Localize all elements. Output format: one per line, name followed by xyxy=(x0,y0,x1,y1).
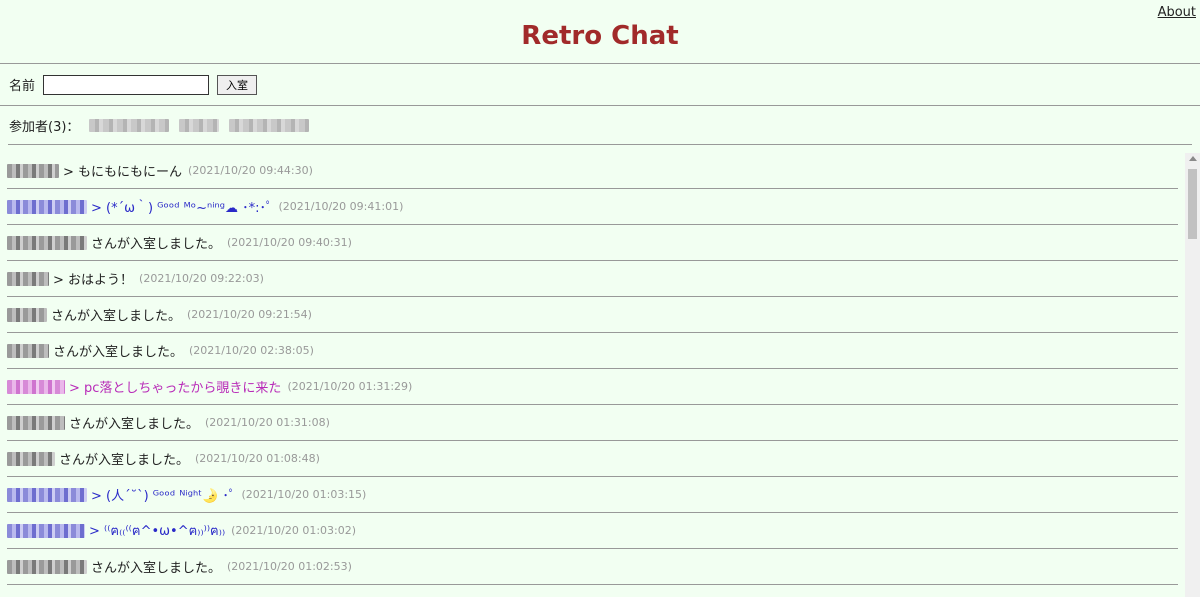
message-row: さんが入室しました。 (2021/10/20 01:02:53) xyxy=(7,549,1178,585)
message-row: さんが入室しました。 (2021/10/20 01:31:08) xyxy=(7,405,1178,441)
page-header: Retro Chat xyxy=(0,0,1200,64)
message-author xyxy=(7,307,47,322)
name-label: 名前 xyxy=(9,79,36,94)
message-row: さんが入室しました。 (2021/10/20 01:08:48) xyxy=(7,441,1178,477)
message-text: さんが入室しました。 xyxy=(91,237,222,252)
participants-bar: 参加者(3)： xyxy=(8,106,1192,145)
participants-label: 参加者(3)： xyxy=(9,119,80,135)
message-author xyxy=(7,199,87,214)
page-title: Retro Chat xyxy=(521,20,679,51)
chat-log[interactable]: > もにもにもにーん (2021/10/20 09:44:30) > (*´ω｀) … xyxy=(0,153,1200,597)
message-timestamp: (2021/10/20 09:21:54) xyxy=(187,308,312,321)
message-timestamp: (2021/10/20 01:02:53) xyxy=(227,560,352,573)
message-text: > (人´˘`) ᴳᵒᵒᵈ ᴺⁱᵍʰᵗ🌛 ･ﾟ xyxy=(91,489,236,504)
scrollbar[interactable] xyxy=(1185,153,1200,597)
message-author xyxy=(7,271,49,286)
message-text: さんが入室しました。 xyxy=(69,417,200,432)
message-author xyxy=(7,415,65,430)
message-author xyxy=(7,379,65,394)
message-row: > ⁽⁽ฅ₍₍⁽⁽ฅ^•ω•^ฅ₎₎⁾⁾ฅ₎₎ (2021/10/20 01:03… xyxy=(7,513,1178,549)
message-text: さんが入室しました。 xyxy=(91,561,222,576)
message-text: > おはよう！ xyxy=(53,273,134,288)
about-link[interactable]: About xyxy=(1158,5,1196,20)
scroll-up-arrow-icon[interactable] xyxy=(1189,156,1197,161)
name-input[interactable] xyxy=(43,74,210,95)
message-row: > pc落としちゃったから覗きに来た (2021/10/20 01:31:29) xyxy=(7,369,1178,405)
message-text: さんが入室しました。 xyxy=(53,345,184,360)
message-text: > pc落としちゃったから覗きに来た xyxy=(69,381,282,396)
message-author xyxy=(7,487,87,502)
message-row: > (*´ω｀) ᴳᵒᵒᵈ ᴹᵒ~ⁿⁱⁿᵍ☁ ･*:･ﾟ (2021/10/20 … xyxy=(7,189,1178,225)
message-author xyxy=(7,451,55,466)
participant-name-2 xyxy=(179,118,220,132)
message-text: さんが入室しました。 xyxy=(59,453,190,468)
message-timestamp: (2021/10/20 09:40:31) xyxy=(227,236,352,249)
message-row: > おはよう！ (2021/10/20 09:22:03) xyxy=(7,261,1178,297)
message-author xyxy=(7,559,87,574)
message-row: > (人´˘`) ᴳᵒᵒᵈ ᴺⁱᵍʰᵗ🌛 ･ﾟ (2021/10/20 01:03… xyxy=(7,477,1178,513)
message-author xyxy=(7,235,87,250)
message-author xyxy=(7,523,85,538)
message-row: さんが入室しました。 (2021/10/20 09:40:31) xyxy=(7,225,1178,261)
participant-name-3 xyxy=(229,118,310,132)
message-list: > もにもにもにーん (2021/10/20 09:44:30) > (*´ω｀) … xyxy=(7,153,1178,585)
message-row: さんが入室しました。 (2021/10/20 02:38:05) xyxy=(7,333,1178,369)
message-text: > もにもにもにーん xyxy=(63,165,183,180)
message-row: さんが入室しました。 (2021/10/20 09:21:54) xyxy=(7,297,1178,333)
message-timestamp: (2021/10/20 01:03:15) xyxy=(241,488,367,501)
message-text: > ⁽⁽ฅ₍₍⁽⁽ฅ^•ω•^ฅ₎₎⁾⁾ฅ₎₎ xyxy=(89,524,226,539)
message-timestamp: (2021/10/20 09:41:01) xyxy=(278,200,404,213)
message-timestamp: (2021/10/20 09:44:30) xyxy=(188,164,313,177)
participant-name-1 xyxy=(89,118,170,132)
enter-room-button[interactable]: 入室 xyxy=(217,74,258,95)
message-author xyxy=(7,163,59,178)
message-author xyxy=(7,343,49,358)
entry-form: 名前 入室 xyxy=(0,64,1200,106)
message-row: > もにもにもにーん (2021/10/20 09:44:30) xyxy=(7,153,1178,189)
message-timestamp: (2021/10/20 09:22:03) xyxy=(139,272,264,285)
message-timestamp: (2021/10/20 01:03:02) xyxy=(231,524,357,537)
message-text: > (*´ω｀) ᴳᵒᵒᵈ ᴹᵒ~ⁿⁱⁿᵍ☁ ･*:･ﾟ xyxy=(91,201,273,216)
message-timestamp: (2021/10/20 01:08:48) xyxy=(195,452,320,465)
message-timestamp: (2021/10/20 02:38:05) xyxy=(189,344,314,357)
scroll-thumb[interactable] xyxy=(1188,169,1197,239)
message-timestamp: (2021/10/20 01:31:08) xyxy=(205,416,330,429)
message-timestamp: (2021/10/20 01:31:29) xyxy=(287,380,413,393)
message-text: さんが入室しました。 xyxy=(51,309,182,324)
